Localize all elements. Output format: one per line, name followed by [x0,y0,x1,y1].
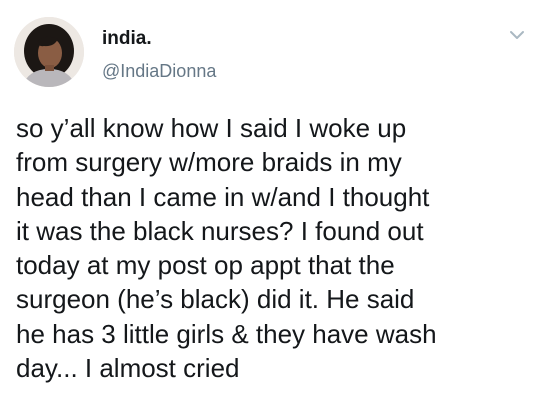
tweet-card: india. @IndiaDionna so y’all know how I … [0,0,540,415]
author-display-name[interactable]: india. [102,28,152,50]
tweet-text: so y’all know how I said I woke up from … [16,111,531,385]
chevron-down-icon[interactable] [508,26,526,44]
tweet-text-line: from surgery w/more braids in my [16,147,402,178]
avatar[interactable] [14,17,84,87]
tweet-text-line: surgeon (he’s black) did it. He said [16,284,415,315]
tweet-text-line: he has 3 little girls & they have wash [16,318,437,349]
author-handle[interactable]: @IndiaDionna [102,60,216,82]
profile-photo-icon [14,17,84,87]
tweet-text-line: so y’all know how I said I woke up [16,113,407,143]
tweet-text-line: it was the black nurses? I found out [16,215,424,246]
tweet-text-line: day... I almost cried [16,353,240,384]
tweet-text-line: today at my post op appt that the [16,250,395,281]
tweet-text-line: head than I came in w/and I thought [16,181,430,212]
